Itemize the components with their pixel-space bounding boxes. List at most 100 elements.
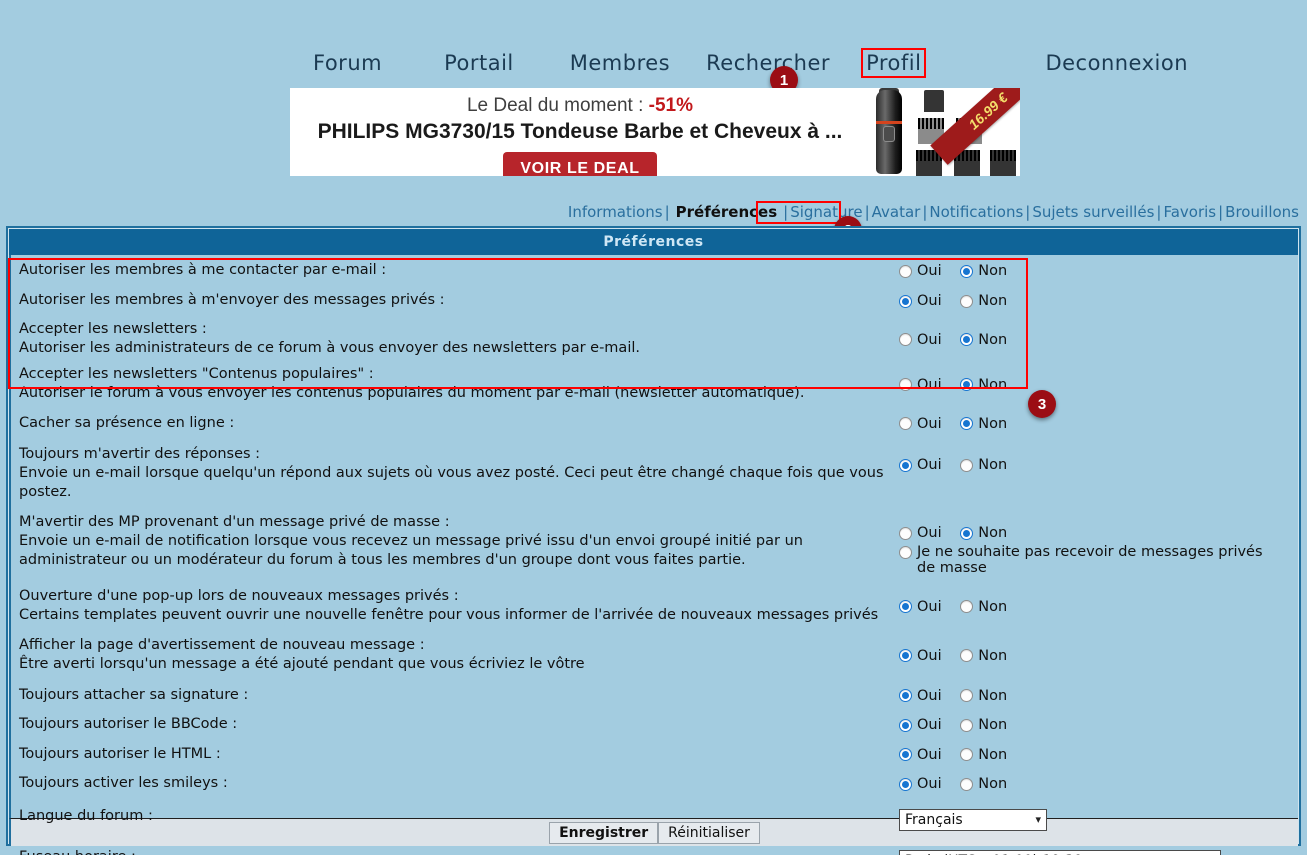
timezone-select[interactable]: Paris (UTC +01:00) 19:39 [899, 849, 1221, 855]
radio-non[interactable]: Non [960, 688, 1007, 704]
radio-oui-icon[interactable] [899, 777, 912, 791]
subtab-notifications[interactable]: Notifications [929, 203, 1023, 221]
radio-non[interactable]: Non [960, 747, 1007, 763]
radio-oui-label: Oui [917, 415, 942, 432]
radio-oui-icon[interactable] [899, 264, 912, 278]
subtab-favoris[interactable]: Favoris [1163, 203, 1216, 221]
radio-non-icon[interactable] [960, 526, 974, 540]
radio-oui-icon[interactable] [899, 294, 912, 308]
nav-link-portail[interactable]: Portail [441, 50, 517, 76]
radio-non-icon[interactable] [960, 718, 974, 732]
radio-oui-icon[interactable] [899, 378, 912, 391]
pref-label: Toujours activer les smileys : [19, 775, 228, 791]
radio-non[interactable]: Non [960, 377, 1007, 393]
radio-non-icon[interactable] [960, 689, 974, 702]
nav-link-profil[interactable]: Profil [861, 48, 927, 78]
subtab-separator: | [1218, 203, 1224, 221]
pref-label: Toujours attacher sa signature : [19, 686, 249, 703]
pref-row-bbcode: Toujours autoriser le BBCode : Oui Non [11, 706, 1298, 736]
radio-oui[interactable]: Oui [899, 263, 942, 279]
radio-oui-icon[interactable] [899, 458, 912, 472]
radio-oui-icon[interactable] [899, 718, 912, 732]
language-select[interactable]: Français [899, 808, 1047, 831]
radio-non-icon[interactable] [960, 458, 974, 472]
radio-oui-icon[interactable] [899, 417, 912, 430]
pref-control: Oui Non [899, 745, 1298, 766]
pref-label-desc: Autoriser le forum à vous envoyer les co… [19, 384, 805, 401]
radio-non[interactable]: Non [960, 648, 1007, 664]
ad-deal-line: Le Deal du moment : -51% [290, 95, 870, 117]
radio-oui-label: Oui [917, 293, 942, 309]
subtab-informations[interactable]: Informations [568, 203, 663, 221]
radio-non-icon[interactable] [960, 417, 974, 430]
pref-label-desc: Envoie un e-mail lorsque quelqu'un répon… [19, 465, 884, 500]
nav-link-membres[interactable]: Membres [567, 50, 673, 76]
radio-non[interactable]: Non [960, 332, 1007, 348]
radio-non-icon[interactable] [960, 333, 974, 346]
radio-non[interactable]: Non [960, 457, 1007, 473]
radio-oui-icon[interactable] [899, 526, 912, 540]
ad-cta-button[interactable]: VOIR LE DEAL [503, 152, 657, 176]
radio-non[interactable]: Non [960, 263, 1007, 279]
radio-non-icon[interactable] [960, 378, 974, 391]
radio-non[interactable]: Non [960, 293, 1007, 309]
radio-oui-icon[interactable] [899, 748, 912, 761]
radio-non[interactable]: Non [960, 416, 1007, 432]
radio-oui[interactable]: Oui [899, 599, 942, 615]
radio-oui-icon[interactable] [899, 600, 912, 613]
radio-oui[interactable]: Oui [899, 688, 942, 704]
pref-label-title: Toujours m'avertir des réponses : [19, 446, 261, 462]
subtab-preferences[interactable]: Préférences [672, 201, 782, 223]
radio-non-icon[interactable] [960, 600, 974, 613]
radio-oui[interactable]: Oui [899, 776, 942, 792]
panel-title: Préférences [9, 229, 1298, 255]
pref-label: Autoriser les membres à me contacter par… [19, 262, 387, 278]
radio-refuse-mass-pm[interactable]: Je ne souhaite pas recevoir de messages … [899, 544, 1279, 576]
radio-non-icon[interactable] [960, 294, 974, 308]
radio-non[interactable]: Non [960, 776, 1007, 792]
pref-control: Oui Non [899, 587, 1298, 618]
radio-oui-label: Oui [917, 647, 942, 664]
radio-oui[interactable]: Oui [899, 717, 942, 733]
pref-row-notify-replies: Toujours m'avertir des réponses : Envoie… [11, 434, 1298, 502]
radio-non[interactable]: Non [960, 525, 1007, 541]
radio-oui[interactable]: Oui [899, 525, 942, 541]
radio-oui-label: Oui [917, 263, 942, 279]
radio-oui[interactable]: Oui [899, 416, 942, 432]
radio-non-icon[interactable] [960, 777, 974, 791]
radio-oui[interactable]: Oui [899, 293, 942, 309]
radio-non[interactable]: Non [960, 717, 1007, 733]
radio-oui[interactable]: Oui [899, 747, 942, 763]
radio-non[interactable]: Non [960, 599, 1007, 615]
radio-non-icon[interactable] [960, 748, 974, 761]
annotation-badge-3: 3 [1028, 390, 1056, 418]
radio-non-icon[interactable] [960, 649, 974, 662]
comb-attachment-icon [924, 90, 944, 112]
pref-control: Oui Non [899, 715, 1298, 736]
radio-oui[interactable]: Oui [899, 332, 942, 348]
advertisement-banner[interactable]: Le Deal du moment : -51% PHILIPS MG3730/… [290, 88, 1020, 176]
radio-non-icon[interactable] [960, 264, 974, 278]
radio-non-label: Non [978, 776, 1008, 792]
radio-non-label: Non [978, 746, 1008, 763]
radio-oui[interactable]: Oui [899, 377, 942, 393]
subtab-sujets-surveilles[interactable]: Sujets surveillés [1032, 203, 1154, 221]
preferences-form: Autoriser les membres à me contacter par… [9, 255, 1298, 855]
nav-link-deconnexion[interactable]: Deconnexion [1042, 50, 1191, 76]
pref-row-smileys: Toujours activer les smileys : Oui Non [11, 765, 1298, 795]
pref-control: Oui Non [899, 774, 1298, 795]
nav-link-rechercher[interactable]: Rechercher [703, 50, 833, 76]
radio-oui[interactable]: Oui [899, 648, 942, 664]
radio-oui-label: Oui [917, 717, 942, 733]
radio-refuse-icon[interactable] [899, 545, 912, 559]
radio-oui-icon[interactable] [899, 649, 912, 662]
subtab-brouillons[interactable]: Brouillons [1225, 203, 1299, 221]
radio-oui-label: Oui [917, 746, 942, 763]
radio-oui-icon[interactable] [899, 333, 912, 346]
radio-oui-icon[interactable] [899, 689, 912, 702]
subtab-avatar[interactable]: Avatar [872, 203, 921, 221]
pref-label-title: Afficher la page d'avertissement de nouv… [19, 636, 425, 653]
nav-link-forum[interactable]: Forum [310, 50, 385, 76]
radio-oui-label: Oui [917, 525, 942, 541]
radio-oui[interactable]: Oui [899, 457, 942, 473]
